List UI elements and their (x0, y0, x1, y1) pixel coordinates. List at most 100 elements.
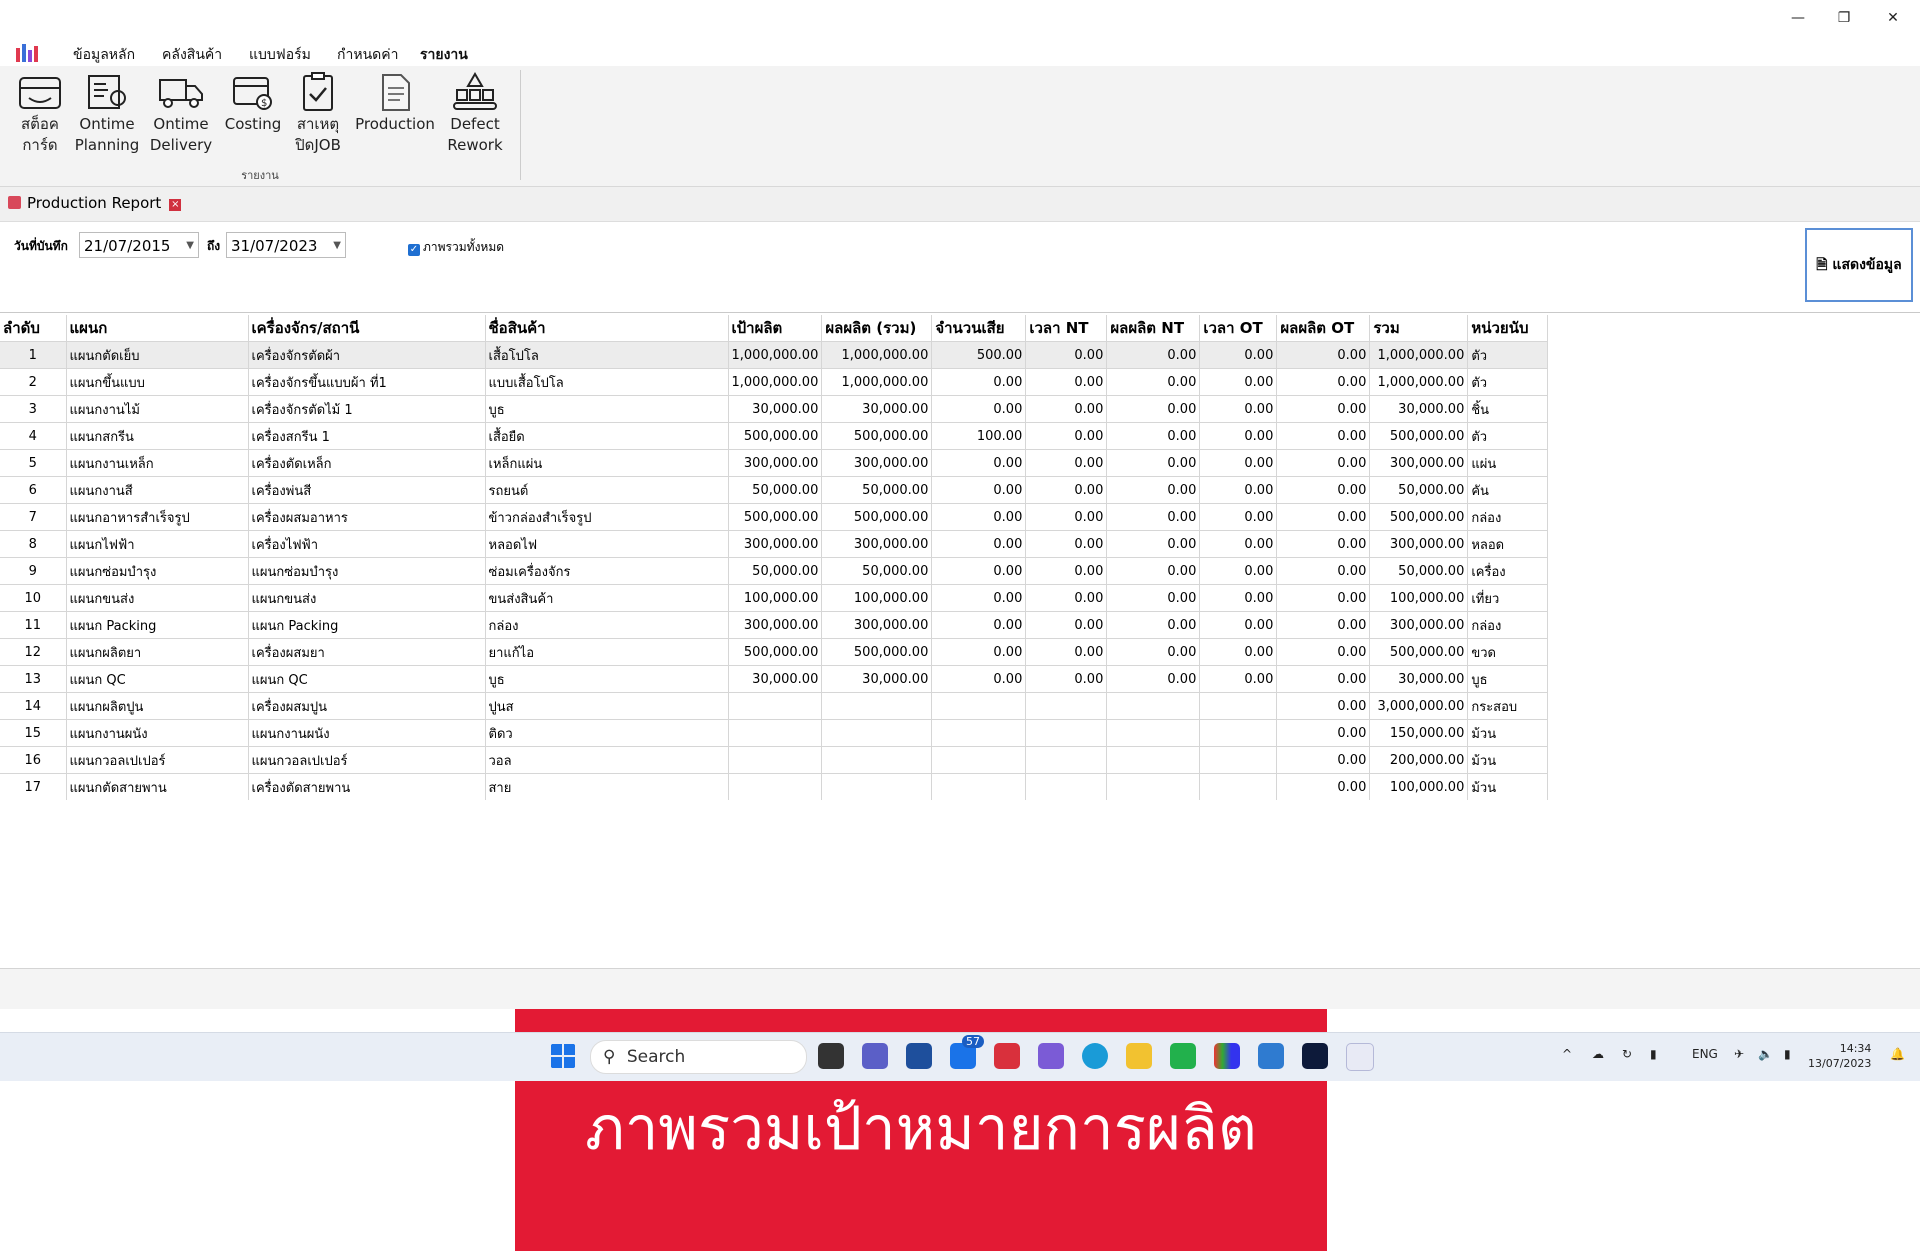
ontime-delivery-button[interactable]: Ontime Delivery (148, 72, 214, 156)
chevron-down-icon[interactable]: ▼ (186, 233, 194, 259)
production-button[interactable]: Production (354, 72, 436, 135)
table-row[interactable]: 2 แผนกขึ้นแบบ เครื่องจักรขึ้นแบบผ้า ที่1 แบ… (0, 368, 1549, 396)
copilot-icon[interactable] (1038, 1043, 1064, 1069)
table-cell: 1 (0, 341, 67, 369)
table-row[interactable]: 16 แผนกวอลเปเปอร์ แผนกวอลเปเปอร์ วอล 0.00 200… (0, 746, 1549, 774)
table-cell: ยาแก้ไอ (485, 638, 729, 666)
stock-card-button[interactable]: สต็อค การ์ด (10, 72, 70, 156)
sync-icon[interactable]: ↻ (1622, 1047, 1632, 1061)
table-row[interactable]: 5 แผนกงานเหล็ก เครื่องตัดเหล็ก เหล็กแผ่น 300… (0, 449, 1549, 477)
table-cell: 0.00 (1199, 665, 1278, 693)
table-cell: 0.00 (1025, 368, 1108, 396)
table-row[interactable]: 14 แผนกผลิตปูน เครื่องผสมปูน ปูนส 0.00 3,000,… (0, 692, 1549, 720)
table-cell: แผนกงานผนัง (248, 719, 486, 747)
table-cell: 500,000.00 (1369, 422, 1469, 450)
airplane-icon[interactable]: ✈ (1734, 1047, 1744, 1061)
table-row[interactable]: 13 แผนก QC แผนก QC บูธ 30,000.00 30,000.00 0.0… (0, 665, 1549, 693)
table-row[interactable]: 15 แผนกงานผนัง แผนกงานผนัง ติดว 0.00 150,000.… (0, 719, 1549, 747)
maximize-button[interactable]: ❐ (1821, 4, 1867, 32)
table-row[interactable]: 6 แผนกงานสี เครื่องพ่นสี รถยนต์ 50,000.00 50,… (0, 476, 1549, 504)
column-header[interactable]: ผลผลิต (รวม) (821, 315, 933, 342)
table-row[interactable]: 12 แผนกผลิตยา เครื่องผสมยา ยาแก้ไอ 500,000.0… (0, 638, 1549, 666)
column-header[interactable]: ชื่อสินค้า (485, 315, 729, 342)
table-row[interactable]: 9 แผนกซ่อมบำรุง แผนกซ่อมบำรุง ซ่อมเครื่องจั… (0, 557, 1549, 585)
clock[interactable]: 14:34 13/07/2023 (1808, 1041, 1871, 1071)
battery-icon[interactable]: ▮ (1784, 1047, 1791, 1061)
table-row[interactable]: 1 แผนกตัดเย็บ เครื่องจักรตัดผ้า เสื้อโปโล 1,… (0, 341, 1549, 369)
onedrive-icon[interactable]: ☁ (1592, 1047, 1604, 1061)
table-row[interactable]: 7 แผนกอาหารสำเร็จรูป เครื่องผสมอาหาร ข้าวกล… (0, 503, 1549, 531)
teams-icon[interactable] (862, 1043, 888, 1069)
column-header[interactable]: แผนก (66, 315, 249, 342)
costing-box-icon: $ (233, 77, 272, 110)
table-cell (728, 746, 823, 774)
defect-rework-button[interactable]: Defect Rework (444, 72, 506, 156)
speaker-icon[interactable]: 🔈 (1758, 1047, 1773, 1061)
overview-checkbox[interactable]: ✓ ภาพรวมทั้งหมด (408, 238, 504, 257)
folder-icon[interactable] (1126, 1043, 1152, 1069)
table-row[interactable]: 3 แผนกงานไม้ เครื่องจักรตัดไม้ 1 บูธ 30,000.… (0, 395, 1549, 423)
column-header[interactable]: ผลผลิต NT (1106, 315, 1201, 342)
tab-close-icon[interactable]: × (169, 199, 182, 211)
table-cell (1199, 719, 1278, 747)
costing-button[interactable]: $ Costing (222, 72, 284, 135)
column-header[interactable]: ลำดับ (0, 315, 67, 342)
to-date-input[interactable]: 31/07/2023 ▼ (226, 232, 346, 258)
table-cell: กระสอบ (1467, 692, 1549, 720)
start-icon[interactable] (550, 1043, 576, 1069)
chevron-down-icon[interactable]: ▼ (333, 233, 341, 259)
column-header[interactable]: เครื่องจักร/สถานี (248, 315, 486, 342)
production-app-icon[interactable] (1346, 1043, 1374, 1071)
notification-icon[interactable]: 🔔 (1890, 1047, 1905, 1061)
close-button[interactable]: ✕ (1870, 4, 1916, 32)
usb-icon[interactable]: ▮ (1650, 1047, 1657, 1061)
task-view-icon[interactable] (818, 1043, 844, 1069)
table-row[interactable]: 11 แผนก Packing แผนก Packing กล่อง 300,000.0… (0, 611, 1549, 639)
table-cell: วอล (485, 746, 729, 774)
table-row[interactable]: 10 แผนกขนส่ง แผนกขนส่ง ขนส่งสินค้า 100,000.0… (0, 584, 1549, 612)
language-indicator[interactable]: ENG (1692, 1047, 1718, 1061)
column-header[interactable]: ผลผลิต OT (1276, 315, 1371, 342)
mail-icon[interactable]: 57 (950, 1035, 984, 1069)
table-cell: คัน (1467, 476, 1549, 504)
table-cell: 500,000.00 (728, 422, 823, 450)
table-cell: 3,000,000.00 (1369, 692, 1469, 720)
table-cell: 100,000.00 (1369, 773, 1469, 800)
from-date-input[interactable]: 21/07/2015 ▼ (79, 232, 199, 258)
chevron-up-icon[interactable]: ^ (1562, 1047, 1572, 1061)
menu-reports[interactable]: รายงาน (420, 44, 468, 66)
line-icon[interactable] (1170, 1043, 1196, 1069)
show-data-button[interactable]: 🗎 แสดงข้อมูล (1805, 228, 1913, 302)
column-header[interactable]: หน่วยนับ (1467, 315, 1549, 342)
table-cell (821, 746, 933, 774)
colorful-app-icon[interactable] (1214, 1043, 1240, 1069)
column-header[interactable]: เวลา OT (1199, 315, 1278, 342)
table-cell: รถยนต์ (485, 476, 729, 504)
column-header[interactable]: รวม (1369, 315, 1469, 342)
taskbar-search[interactable]: ⚲ Search (590, 1040, 807, 1074)
tab-production-report[interactable]: Production Report × (8, 194, 182, 218)
table-cell: เครื่องตัดสายพาน (248, 773, 486, 800)
minimize-button[interactable]: — (1775, 4, 1821, 32)
table-row[interactable]: 4 แผนกสกรีน เครื่องสกรีน 1 เสื้อยืด 500,000.… (0, 422, 1549, 450)
ontime-planning-button[interactable]: Ontime Planning (74, 72, 140, 156)
table-cell: 30,000.00 (1369, 395, 1469, 423)
menu-settings[interactable]: กำหนดค่า (337, 44, 398, 66)
menu-bar: ข้อมูลหลัก คลังสินค้า แบบฟอร์ม กำหนดค่า … (0, 38, 1920, 66)
table-row[interactable]: 8 แผนกไฟฟ้า เครื่องไฟฟ้า หลอดไฟ 300,000.00 30… (0, 530, 1549, 558)
column-header[interactable]: เวลา NT (1025, 315, 1108, 342)
menu-forms[interactable]: แบบฟอร์ม (249, 44, 311, 66)
menu-warehouse[interactable]: คลังสินค้า (162, 44, 222, 66)
photos-icon[interactable] (1258, 1043, 1284, 1069)
table-row[interactable]: 17 แผนกตัดสายพาน เครื่องตัดสายพาน สาย 0.00 10… (0, 773, 1549, 800)
job-close-reason-button[interactable]: สาเหตุ ปิดJOB (290, 72, 346, 156)
gift-icon[interactable] (994, 1043, 1020, 1069)
store-icon[interactable] (906, 1043, 932, 1069)
edge-icon[interactable] (1082, 1043, 1108, 1069)
photoshop-icon[interactable] (1302, 1043, 1328, 1069)
column-header[interactable]: จำนวนเสีย (931, 315, 1027, 342)
menu-master-data[interactable]: ข้อมูลหลัก (73, 44, 135, 66)
table-cell: บูธ (1467, 665, 1549, 693)
column-header[interactable]: เป้าผลิต (728, 315, 823, 342)
table-cell: 100,000.00 (728, 584, 823, 612)
